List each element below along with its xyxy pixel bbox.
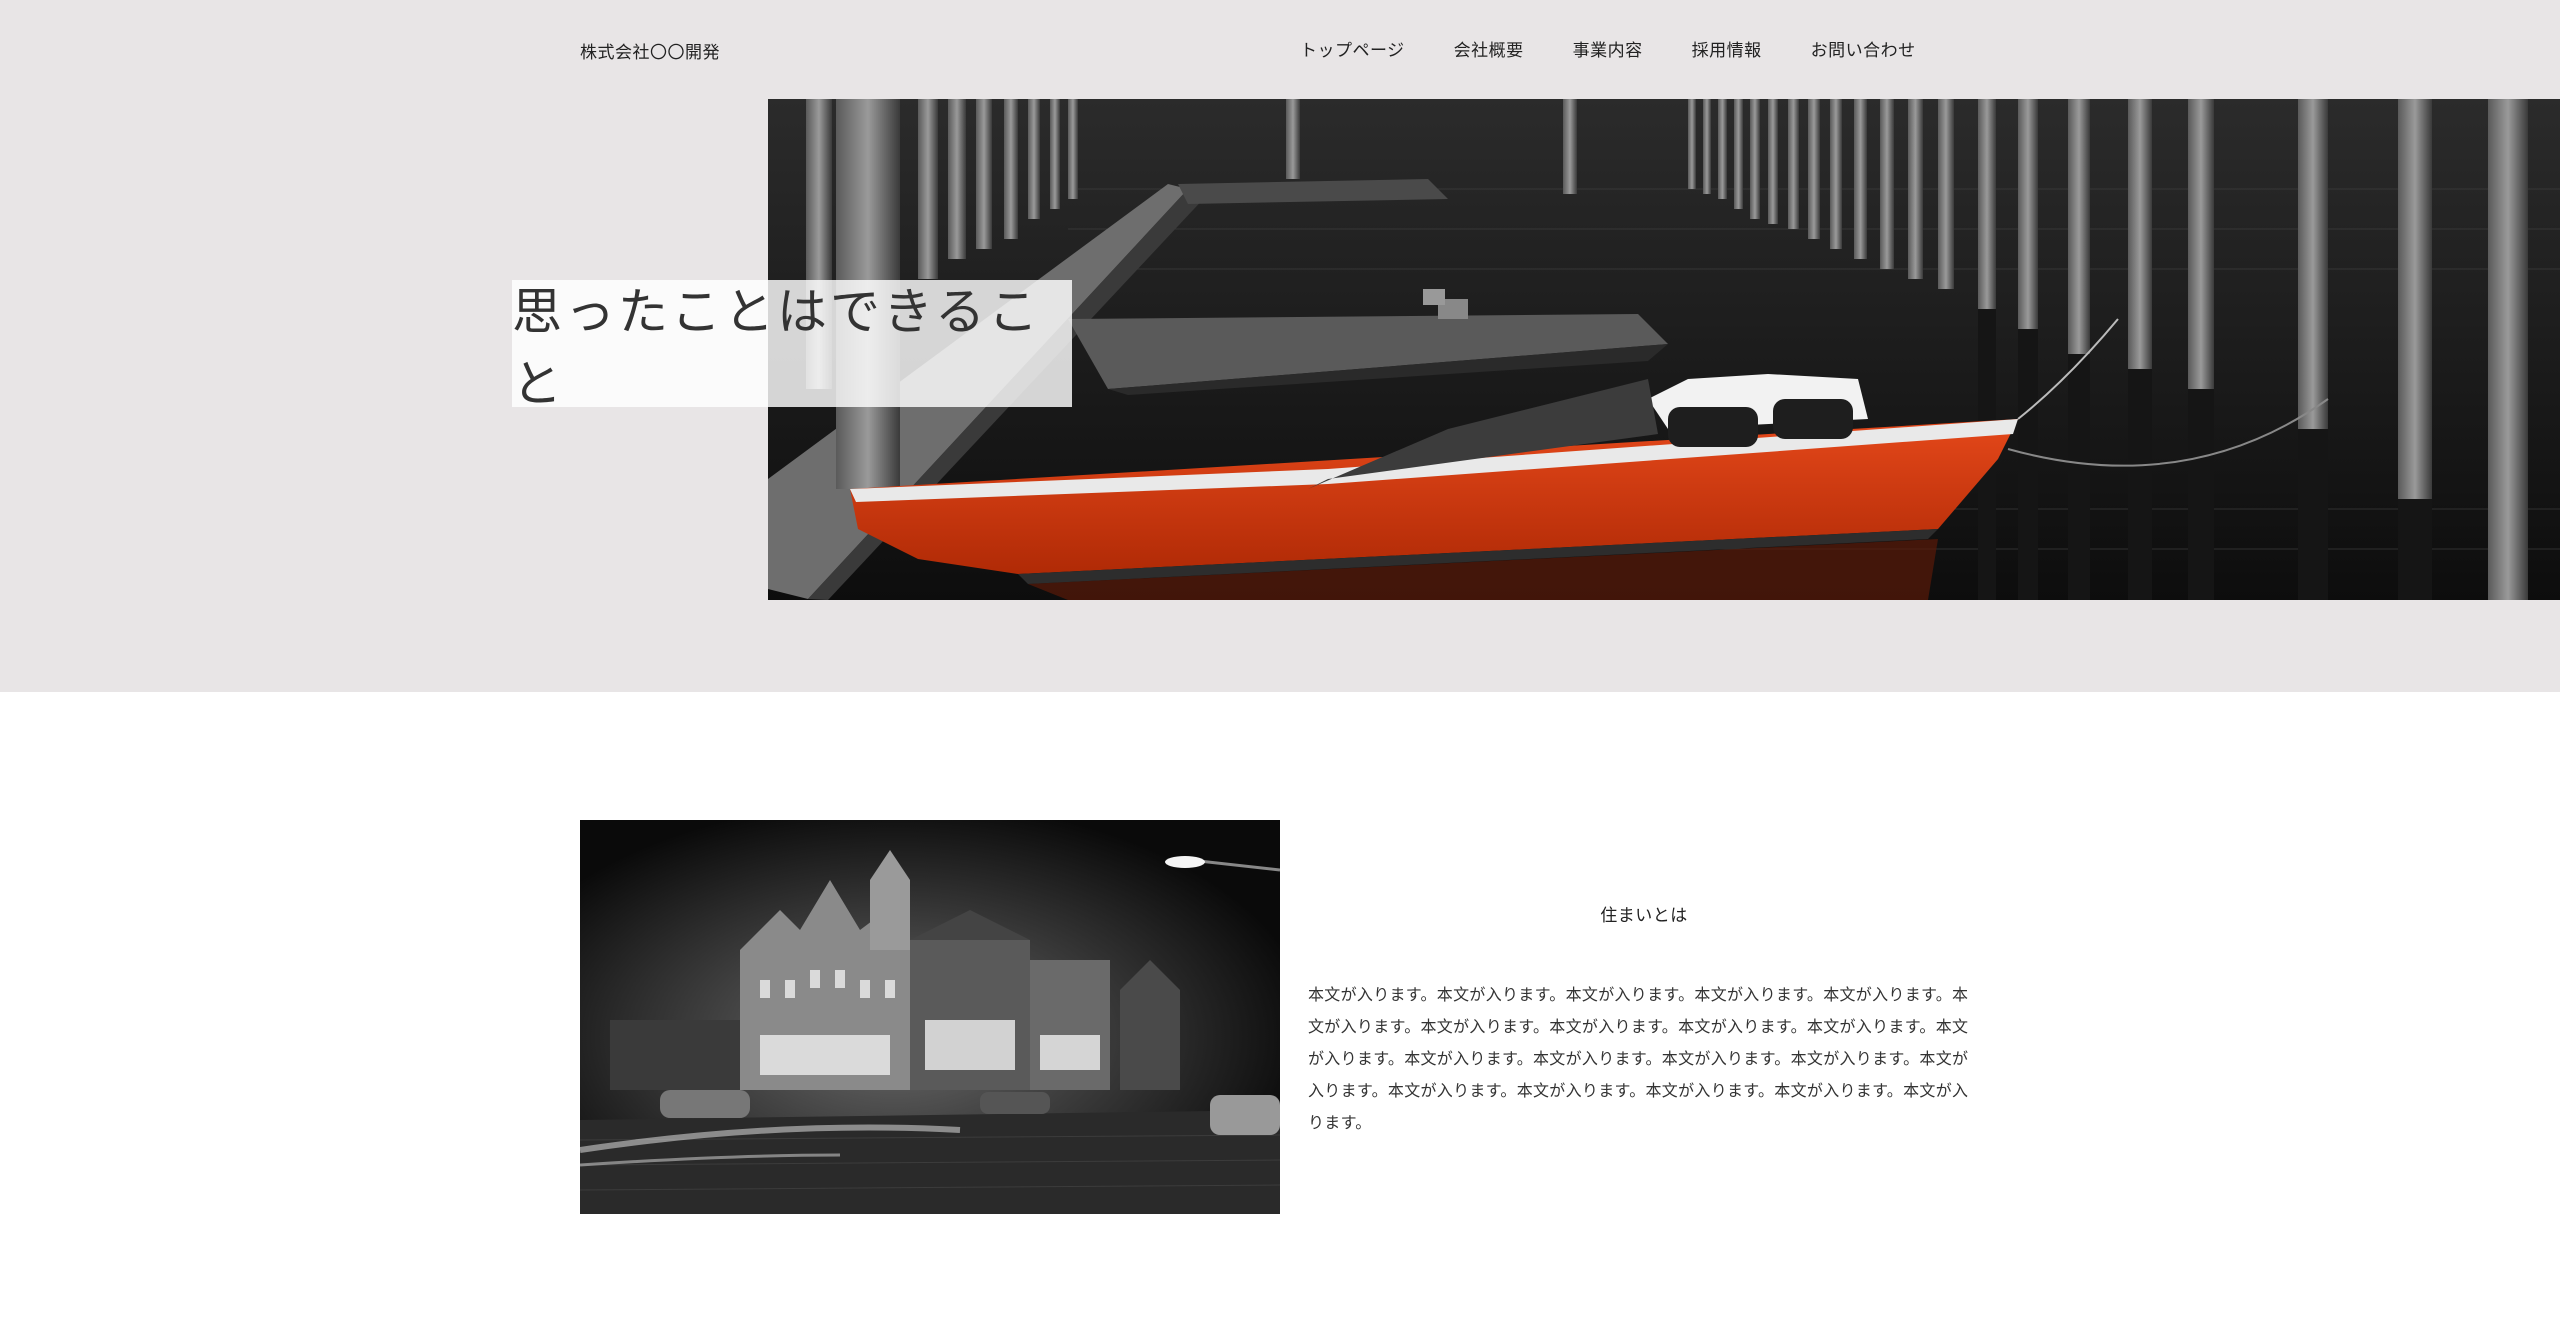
nav-item-business[interactable]: 事業内容 <box>1573 36 1643 61</box>
nav-item-top[interactable]: トップページ <box>1300 36 1405 61</box>
night-street-illustration <box>580 820 1280 1214</box>
main-nav: トップページ 会社概要 事業内容 採用情報 お問い合わせ <box>1300 36 1916 61</box>
hero-title-box: 思ったことはできること <box>512 280 1072 413</box>
about-image <box>580 820 1280 1214</box>
about-body-text: 本文が入ります。本文が入ります。本文が入ります。本文が入ります。本文が入ります。… <box>1308 985 1969 1132</box>
company-logo-text[interactable]: 株式会社〇〇開発 <box>580 38 720 63</box>
hero-title: 思ったことはできること <box>512 282 1041 413</box>
nav-item-recruit[interactable]: 採用情報 <box>1692 36 1762 61</box>
about-heading: 住まいとは <box>1600 906 1688 926</box>
nav-item-company[interactable]: 会社概要 <box>1454 36 1524 61</box>
nav-item-contact[interactable]: お問い合わせ <box>1811 36 1916 61</box>
